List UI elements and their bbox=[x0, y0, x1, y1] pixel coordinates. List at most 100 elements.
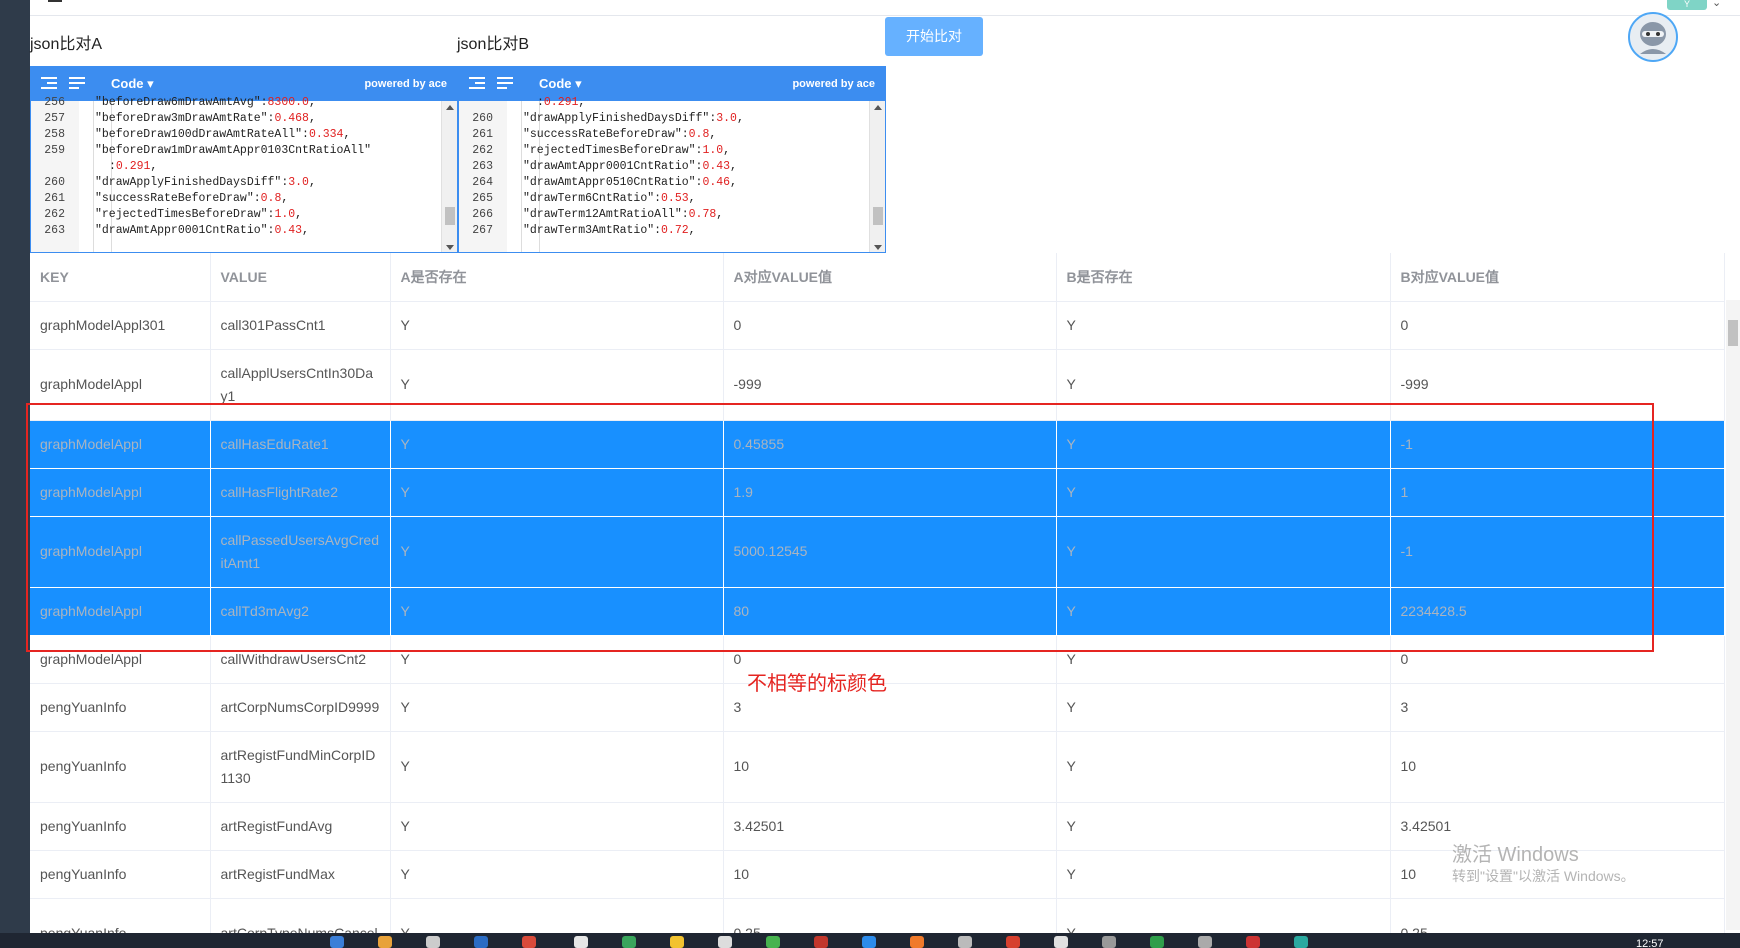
scroll-up-icon[interactable] bbox=[874, 105, 882, 110]
line-number: 256 bbox=[44, 96, 65, 109]
cell-value: artRegistFundMax bbox=[210, 850, 391, 899]
powered-by-ace-link[interactable]: powered by ace bbox=[364, 78, 447, 90]
table-row[interactable]: pengYuanInfo artCorpTypeNumsCancel Y 0.25 Y 0… bbox=[30, 898, 1725, 933]
cell-value: artCorpNumsCorpID9999 bbox=[210, 683, 391, 732]
taskbar-app-icon[interactable] bbox=[1198, 936, 1212, 948]
format-json-icon[interactable] bbox=[41, 77, 57, 91]
chevron-down-icon[interactable]: ⌄ bbox=[1712, 0, 1721, 9]
cell-a-value: 3.42501 bbox=[723, 802, 1057, 851]
code-text: "drawApplyFinishedDaysDiff":3.0, bbox=[523, 112, 744, 125]
top-status-tag[interactable]: Y bbox=[1667, 0, 1707, 10]
scroll-up-icon[interactable] bbox=[446, 105, 454, 110]
code-line: 258 "beforeDraw100dDrawAmtRateAll":0.334, bbox=[31, 127, 441, 143]
taskbar-app-icon[interactable] bbox=[474, 936, 488, 948]
annotation-note: 不相等的标颜色 bbox=[747, 673, 887, 695]
table-row[interactable]: graphModelAppl301 call301PassCnt1 Y 0 Y 0 bbox=[30, 301, 1725, 350]
editor-code-area[interactable]: :0.291, 260 "drawApplyFinishedDaysDiff":3.… bbox=[459, 96, 885, 252]
code-line: :0.291, bbox=[31, 159, 441, 175]
line-number: 264 bbox=[472, 176, 493, 189]
taskbar-app-icon[interactable] bbox=[1150, 936, 1164, 948]
code-mode-menu[interactable]: Code ▾ bbox=[111, 76, 154, 92]
compact-json-icon[interactable] bbox=[497, 77, 513, 91]
taskbar-app-icon[interactable] bbox=[862, 936, 876, 948]
column-header-a-exists[interactable]: A是否存在 bbox=[390, 253, 724, 302]
editor-scrollbar[interactable] bbox=[441, 101, 457, 252]
taskbar-app-icon[interactable] bbox=[1102, 936, 1116, 948]
activation-watermark-title: 激活 Windows bbox=[1452, 844, 1579, 866]
scroll-thumb[interactable] bbox=[445, 207, 455, 225]
cell-a-value: 10 bbox=[723, 731, 1057, 803]
editor-code-area[interactable]: 256 "beforeDraw6mDrawAmtAvg":8300.0, 257 "b… bbox=[31, 96, 457, 252]
scroll-down-icon[interactable] bbox=[874, 245, 882, 250]
taskbar-app-icon[interactable] bbox=[622, 936, 636, 948]
cell-key: graphModelAppl301 bbox=[30, 301, 211, 350]
code-mode-menu[interactable]: Code ▾ bbox=[539, 76, 582, 92]
cell-b-value: 10 bbox=[1390, 731, 1725, 803]
taskbar-app-icon[interactable] bbox=[1294, 936, 1308, 948]
taskbar-clock[interactable]: 12:57 bbox=[1636, 938, 1664, 948]
code-text: "rejectedTimesBeforeDraw":1.0, bbox=[95, 208, 303, 221]
code-text: "drawAmtAppr0001CntRatio":0.43, bbox=[95, 224, 309, 237]
code-text: "beforeDraw6mDrawAmtAvg":8300.0, bbox=[95, 96, 316, 109]
code-line: 260 "drawApplyFinishedDaysDiff":3.0, bbox=[459, 111, 869, 127]
line-number: 266 bbox=[472, 208, 493, 221]
powered-by-ace-link[interactable]: powered by ace bbox=[792, 78, 875, 90]
table-scrollbar[interactable] bbox=[1726, 300, 1740, 930]
column-header-b-exists[interactable]: B是否存在 bbox=[1056, 253, 1391, 302]
column-header-value[interactable]: VALUE bbox=[210, 253, 391, 302]
taskbar-app-icon[interactable] bbox=[910, 936, 924, 948]
editor-scrollbar[interactable] bbox=[869, 101, 885, 252]
cell-b-value: 0.25 bbox=[1390, 898, 1725, 933]
taskbar-app-icon[interactable] bbox=[718, 936, 732, 948]
table-row[interactable]: pengYuanInfo artRegistFundMinCorpID1130 Y 1… bbox=[30, 731, 1725, 803]
code-text: :0.291, bbox=[109, 160, 158, 173]
cell-a-value: 10 bbox=[723, 850, 1057, 899]
taskbar-app-icon[interactable] bbox=[378, 936, 392, 948]
line-number: 259 bbox=[44, 144, 65, 157]
scroll-thumb[interactable] bbox=[1728, 320, 1738, 346]
taskbar-app-icon[interactable] bbox=[1054, 936, 1068, 948]
taskbar-app-icon[interactable] bbox=[426, 936, 440, 948]
taskbar-app-icon[interactable] bbox=[1246, 936, 1260, 948]
format-json-icon[interactable] bbox=[469, 77, 485, 91]
code-line: 265 "drawTerm6CntRatio":0.53, bbox=[459, 191, 869, 207]
taskbar-app-icon[interactable] bbox=[574, 936, 588, 948]
json-a-label: json比对A bbox=[30, 36, 103, 53]
compact-json-icon[interactable] bbox=[69, 77, 85, 91]
menu-toggle-icon[interactable] bbox=[48, 0, 62, 2]
cell-b-exists: Y bbox=[1056, 802, 1391, 851]
taskbar-app-icon[interactable] bbox=[958, 936, 972, 948]
code-line: 264 "drawAmtAppr0510CntRatio":0.46, bbox=[459, 175, 869, 191]
cell-key: pengYuanInfo bbox=[30, 850, 211, 899]
column-header-key[interactable]: KEY bbox=[30, 253, 211, 302]
code-line: 261 "successRateBeforeDraw":0.8, bbox=[459, 127, 869, 143]
scroll-thumb[interactable] bbox=[873, 207, 883, 225]
line-number: 265 bbox=[472, 192, 493, 205]
cell-a-exists: Y bbox=[390, 731, 724, 803]
code-text: "drawAmtAppr0001CntRatio":0.43, bbox=[523, 160, 737, 173]
code-line: :0.291, bbox=[459, 95, 869, 111]
start-compare-button[interactable]: 开始比对 bbox=[885, 17, 983, 56]
taskbar-app-icon[interactable] bbox=[330, 936, 344, 948]
code-line: 261 "successRateBeforeDraw":0.8, bbox=[31, 191, 441, 207]
taskbar-app-icon[interactable] bbox=[670, 936, 684, 948]
code-line: 262 "rejectedTimesBeforeDraw":1.0, bbox=[31, 207, 441, 223]
code-text: "beforeDraw1mDrawAmtAppr0103CntRatioAll" bbox=[95, 144, 372, 157]
taskbar-app-icon[interactable] bbox=[1006, 936, 1020, 948]
taskbar-app-icon[interactable] bbox=[522, 936, 536, 948]
json-editor-b[interactable]: Code ▾ powered by ace :0.291, 260 "drawApp… bbox=[458, 66, 886, 253]
user-avatar-icon bbox=[1631, 15, 1675, 59]
diff-highlight-annotation bbox=[26, 403, 1654, 652]
line-number: 260 bbox=[472, 112, 493, 125]
json-editor-a[interactable]: Code ▾ powered by ace 256 "beforeDraw6mDr… bbox=[30, 66, 458, 253]
code-text: :0.291, bbox=[537, 96, 586, 109]
column-header-a-value[interactable]: A对应VALUE值 bbox=[723, 253, 1057, 302]
taskbar-app-icon[interactable] bbox=[766, 936, 780, 948]
line-number: 261 bbox=[472, 128, 493, 141]
column-header-b-value[interactable]: B对应VALUE值 bbox=[1390, 253, 1725, 302]
code-lines: 256 "beforeDraw6mDrawAmtAvg":8300.0, 257 "b… bbox=[31, 95, 441, 239]
scroll-down-icon[interactable] bbox=[446, 245, 454, 250]
taskbar-app-icon[interactable] bbox=[814, 936, 828, 948]
avatar[interactable] bbox=[1628, 12, 1678, 62]
cell-a-exists: Y bbox=[390, 898, 724, 933]
